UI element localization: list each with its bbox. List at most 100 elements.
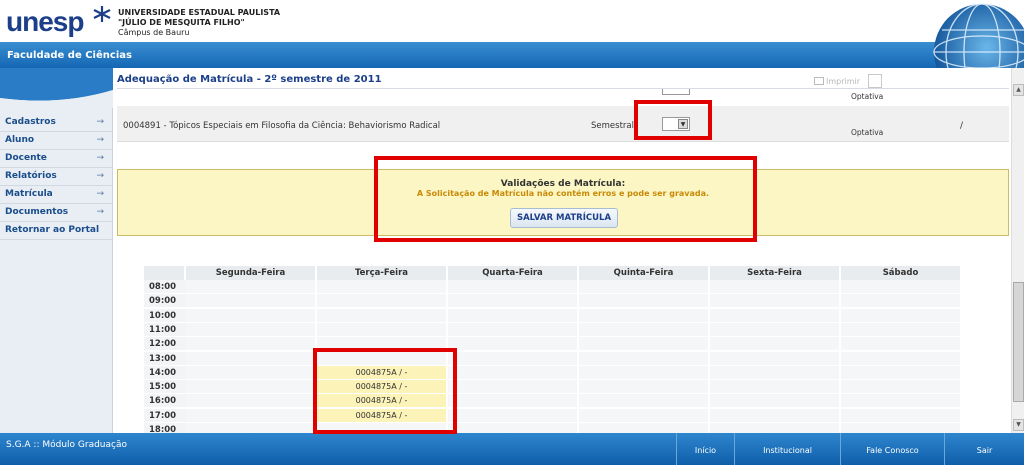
sidebar-item-documentos[interactable]: Documentos → (0, 204, 112, 222)
schedule-row: 10:00 (144, 308, 962, 323)
schedule-cell (186, 322, 317, 337)
schedule-cell (186, 351, 317, 366)
schedule-cell (317, 322, 448, 337)
schedule-day-header: Quarta-Feira (448, 266, 579, 280)
sidebar-item-matricula[interactable]: Matrícula → (0, 186, 112, 204)
schedule-cell (710, 380, 841, 395)
schedule-time: 08:00 (144, 280, 186, 294)
schedule-cell (579, 308, 710, 323)
page-scrollbar[interactable]: ▲ ▼ (1011, 68, 1024, 433)
schedule-day-header: Terça-Feira (317, 266, 448, 280)
schedule-time: 16:00 (144, 394, 186, 409)
schedule-cell (186, 394, 317, 409)
schedule-cell (710, 394, 841, 409)
scroll-up-icon[interactable]: ▲ (1013, 84, 1024, 96)
printer-icon (814, 77, 824, 85)
site-header: unesp UNIVERSIDADE ESTADUAL PAULISTA "JÚ… (0, 0, 1024, 42)
schedule-cell (186, 337, 317, 352)
footer-link-institucional[interactable]: Institucional (734, 433, 840, 465)
schedule-cell (579, 337, 710, 352)
discipline-category: Optativa (851, 128, 884, 137)
type-select-partial[interactable] (662, 89, 690, 95)
schedule-cell (841, 394, 962, 409)
sidebar-item-cadastros[interactable]: Cadastros → (0, 114, 112, 132)
schedule-cell (579, 294, 710, 309)
schedule-cell (579, 423, 710, 433)
main-content: Adequação de Matrícula - 2º semestre de … (114, 68, 1011, 433)
schedule-cell (841, 322, 962, 337)
schedule-cell (710, 351, 841, 366)
schedule-cell (448, 322, 579, 337)
schedule-cell (448, 337, 579, 352)
scroll-down-icon[interactable]: ▼ (1013, 419, 1024, 431)
arrow-right-icon: → (96, 117, 104, 127)
schedule-cell (710, 280, 841, 294)
schedule-cell (186, 380, 317, 395)
footer-link-inicio[interactable]: Início (676, 433, 734, 465)
schedule-class-cell: 0004875A / - (317, 365, 448, 380)
schedule-cell (710, 337, 841, 352)
schedule-class-cell: 0004875A / - (317, 408, 448, 423)
arrow-right-icon: → (96, 135, 104, 145)
schedule-row: 14:00 0004875A / - (144, 365, 962, 380)
schedule-cell (841, 308, 962, 323)
page-title: Adequação de Matrícula - 2º semestre de … (117, 74, 382, 85)
university-name: UNIVERSIDADE ESTADUAL PAULISTA "JÚLIO DE… (118, 8, 281, 37)
print-link[interactable]: Imprimir (814, 77, 860, 86)
schedule-cell (841, 380, 962, 395)
schedule-row: 18:00 (144, 423, 962, 433)
schedule-cell (841, 294, 962, 309)
schedule-row: 11:00 (144, 322, 962, 337)
sidebar-item-relatorios[interactable]: Relatórios → (0, 168, 112, 186)
discipline-type-select[interactable]: ▼ (662, 117, 690, 131)
top-bar: Faculdade de Ciências (0, 42, 1024, 68)
schedule-row: 16:00 0004875A / - (144, 394, 962, 409)
schedule-cell (579, 394, 710, 409)
schedule-cell (317, 423, 448, 433)
schedule-cell (710, 308, 841, 323)
chevron-down-icon[interactable]: ▼ (678, 119, 688, 129)
faculty-title: Faculdade de Ciências (7, 50, 132, 61)
validation-panel: Validações de Matrícula: A Solicitação d… (117, 169, 1009, 236)
discipline-slash: / (960, 121, 964, 131)
schedule-cell (841, 408, 962, 423)
schedule-cell (448, 280, 579, 294)
scroll-thumb[interactable] (1013, 282, 1024, 402)
schedule-cell (317, 337, 448, 352)
discipline-row-partial: Optativa (117, 89, 1009, 101)
schedule-time: 11:00 (144, 322, 186, 337)
unesp-logo-icon (93, 6, 111, 22)
schedule-cell (841, 351, 962, 366)
schedule-cell (841, 337, 962, 352)
arrow-right-icon: → (96, 171, 104, 181)
schedule-cell (317, 308, 448, 323)
schedule-time: 18:00 (144, 423, 186, 433)
sidebar-item-aluno[interactable]: Aluno → (0, 132, 112, 150)
unesp-logo[interactable]: unesp (6, 6, 84, 38)
sidebar-decoration (0, 68, 113, 108)
footer-link-fale-conosco[interactable]: Fale Conosco (840, 433, 944, 465)
schedule-cell (448, 423, 579, 433)
schedule-cell (317, 280, 448, 294)
schedule-cell (186, 408, 317, 423)
schedule-day-header: Sexta-Feira (710, 266, 841, 280)
save-enrollment-button[interactable]: SALVAR MATRÍCULA (510, 208, 618, 228)
sidebar-item-retornar-portal[interactable]: Retornar ao Portal (0, 222, 112, 240)
schedule-class-cell: 0004875A / - (317, 380, 448, 395)
schedule-corner (144, 266, 186, 280)
discipline-row: 0004891 - Tópicos Especiais em Filosofia… (117, 106, 1009, 142)
schedule-cell (448, 380, 579, 395)
schedule-cell (710, 322, 841, 337)
schedule-cell (841, 423, 962, 433)
schedule-cell (317, 351, 448, 366)
footer-link-sair[interactable]: Sair (944, 433, 1024, 465)
schedule-cell (710, 365, 841, 380)
window-icon[interactable] (868, 74, 882, 88)
schedule-cell (710, 408, 841, 423)
schedule-cell (317, 294, 448, 309)
sidebar-item-docente[interactable]: Docente → (0, 150, 112, 168)
arrow-right-icon: → (96, 189, 104, 199)
schedule-cell (186, 294, 317, 309)
schedule-cell (841, 280, 962, 294)
validation-message: A Solicitação de Matrícula não contém er… (416, 189, 710, 198)
